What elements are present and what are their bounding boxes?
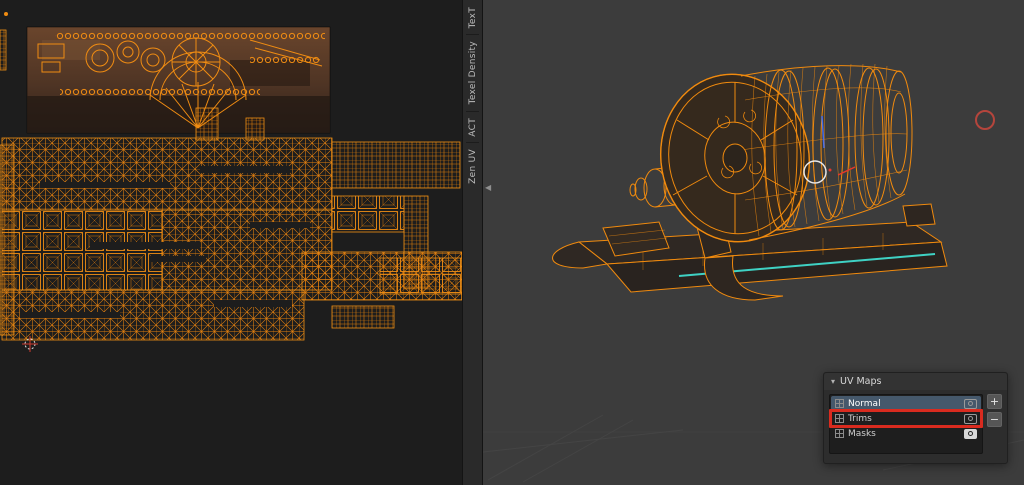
uv-map-label: Normal [848, 399, 881, 409]
sidebar-tab-texel-density[interactable]: Texel Density [468, 35, 478, 110]
uv-maps-panel: ▾ UV Maps Normal Trims Masks [823, 372, 1008, 464]
uv-maps-panel-title: UV Maps [840, 376, 881, 387]
sidebar-tab-textools[interactable]: TexT [468, 1, 478, 34]
selected-edge-highlight [838, 167, 855, 175]
uv-map-label: Trims [848, 414, 872, 424]
sidebar-collapse-arrow-icon[interactable]: ◀ [485, 183, 491, 192]
blender-window: TexT Texel Density ACT Zen UV ◀ [0, 0, 1024, 485]
uv-map-row-trims[interactable]: Trims [831, 411, 981, 426]
uv-map-row-masks[interactable]: Masks [831, 426, 981, 441]
model-wireframe [553, 62, 948, 300]
sidebar-tab-zen-uv[interactable]: Zen UV [468, 143, 478, 190]
uv-maps-panel-body: Normal Trims Masks + − [824, 390, 1007, 458]
uv-editor-panel[interactable] [0, 0, 462, 485]
uv-map-label: Masks [848, 429, 876, 439]
uv-wireframe [0, 0, 462, 485]
panel-expand-icon[interactable]: ▾ [831, 377, 835, 386]
uv-maps-panel-header[interactable]: ▾ UV Maps [824, 373, 1007, 390]
uvmap-grid-icon [835, 399, 844, 408]
uvmap-grid-icon [835, 429, 844, 438]
sidebar-tab-strip: TexT Texel Density ACT Zen UV [462, 0, 483, 485]
uvmap-grid-icon [835, 414, 844, 423]
annotation-circle [976, 111, 994, 129]
camera-icon-active[interactable] [964, 429, 977, 439]
camera-icon[interactable] [964, 414, 977, 424]
uv-maps-list: Normal Trims Masks [829, 394, 983, 454]
sidebar-tabs: TexT Texel Density ACT Zen UV [463, 0, 482, 190]
uv-maps-operations: + − [987, 394, 1002, 454]
sidebar-tab-act[interactable]: ACT [468, 112, 478, 143]
add-uv-map-button[interactable]: + [987, 394, 1002, 409]
uv-map-row-normal[interactable]: Normal [831, 396, 981, 411]
remove-uv-map-button[interactable]: − [987, 412, 1002, 427]
camera-icon[interactable] [964, 399, 977, 409]
texture-image [27, 27, 330, 133]
